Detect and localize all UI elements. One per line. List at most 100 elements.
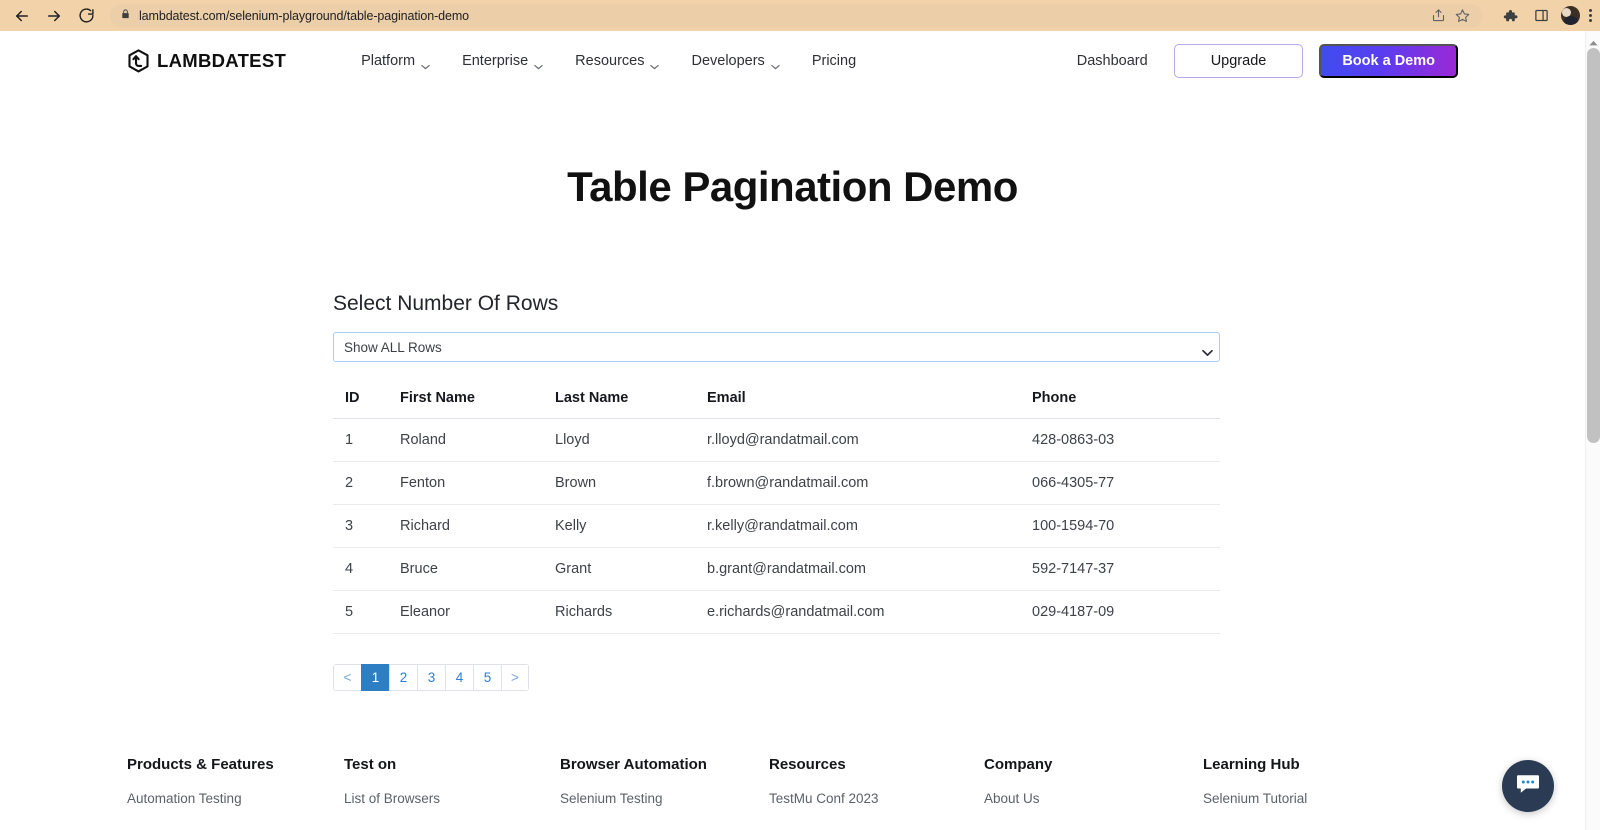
rows-select-wrapper: Show ALL Rows [333, 332, 1223, 362]
scrollbar-thumb[interactable] [1587, 48, 1600, 443]
header-actions: Dashboard Upgrade Book a Demo [1067, 44, 1458, 78]
footer-column-company: Company About Us [984, 756, 1203, 806]
pagination-page-1[interactable]: 1 [361, 664, 389, 691]
footer-heading: Company [984, 756, 1203, 773]
select-rows-dropdown[interactable]: Show ALL Rows [333, 332, 1220, 362]
cell-email: b.grant@randatmail.com [695, 548, 1020, 591]
cell-id: 2 [333, 462, 388, 505]
nav-item-pricing[interactable]: Pricing [796, 45, 872, 77]
footer-columns: Products & Features Automation Testing T… [127, 756, 1458, 806]
reload-button[interactable] [72, 2, 100, 30]
cell-phone: 100-1594-70 [1020, 505, 1220, 548]
footer-link-selenium-tutorial[interactable]: Selenium Tutorial [1203, 791, 1307, 806]
site-footer: Products & Features Automation Testing T… [0, 756, 1585, 806]
cell-email: e.richards@randatmail.com [695, 591, 1020, 634]
cell-last-name: Kelly [543, 505, 695, 548]
share-icon[interactable] [1427, 5, 1449, 27]
nav-label: Platform [361, 53, 415, 69]
pagination-page-3[interactable]: 3 [417, 664, 445, 691]
cell-phone: 029-4187-09 [1020, 591, 1220, 634]
footer-heading: Learning Hub [1203, 756, 1307, 773]
table-body: 1 Roland Lloyd r.lloyd@randatmail.com 42… [333, 419, 1220, 634]
footer-link-automation-testing[interactable]: Automation Testing [127, 791, 344, 806]
footer-link-testmu-conf[interactable]: TestMu Conf 2023 [769, 791, 984, 806]
nav-item-platform[interactable]: Platform [345, 45, 446, 77]
cell-id: 4 [333, 548, 388, 591]
pagination-controls: < 1 2 3 4 5 > [333, 664, 529, 691]
chevron-down-icon [534, 58, 543, 64]
pagination-next-button[interactable]: > [501, 664, 529, 691]
table-row: 2 Fenton Brown f.brown@randatmail.com 06… [333, 462, 1220, 505]
cell-id: 3 [333, 505, 388, 548]
nav-label: Pricing [812, 53, 856, 69]
upgrade-button[interactable]: Upgrade [1174, 44, 1304, 78]
pagination-table: ID First Name Last Name Email Phone 1 Ro… [333, 378, 1220, 634]
column-header-phone: Phone [1020, 378, 1220, 419]
footer-heading: Browser Automation [560, 756, 769, 773]
table-row: 4 Bruce Grant b.grant@randatmail.com 592… [333, 548, 1220, 591]
cell-email: r.kelly@randatmail.com [695, 505, 1020, 548]
footer-heading: Resources [769, 756, 984, 773]
cell-email: r.lloyd@randatmail.com [695, 419, 1020, 462]
pagination-page-4[interactable]: 4 [445, 664, 473, 691]
table-row: 1 Roland Lloyd r.lloyd@randatmail.com 42… [333, 419, 1220, 462]
cell-id: 1 [333, 419, 388, 462]
column-header-id: ID [333, 378, 388, 419]
nav-label: Developers [691, 53, 764, 69]
table-row: 3 Richard Kelly r.kelly@randatmail.com 1… [333, 505, 1220, 548]
footer-heading: Test on [344, 756, 560, 773]
footer-column-test-on: Test on List of Browsers [344, 756, 560, 806]
table-header-row: ID First Name Last Name Email Phone [333, 378, 1220, 419]
cell-first-name: Richard [388, 505, 543, 548]
nav-item-resources[interactable]: Resources [559, 45, 675, 77]
select-rows-label: Select Number Of Rows [333, 292, 1223, 316]
url-text: lambdatest.com/selenium-playground/table… [139, 9, 469, 23]
chevron-down-icon [771, 58, 780, 64]
forward-button[interactable] [40, 2, 68, 30]
footer-column-products-features: Products & Features Automation Testing [127, 756, 344, 806]
site-logo[interactable]: LAMBDATEST [127, 49, 286, 73]
chevron-down-icon [650, 58, 659, 64]
footer-link-about-us[interactable]: About Us [984, 791, 1203, 806]
nav-label: Resources [575, 53, 644, 69]
page-scrollbar[interactable] [1585, 31, 1600, 830]
main-nav: Platform Enterprise Resources Developers… [345, 45, 872, 77]
cell-first-name: Bruce [388, 548, 543, 591]
footer-link-selenium-testing[interactable]: Selenium Testing [560, 791, 769, 806]
pagination-page-2[interactable]: 2 [389, 664, 417, 691]
cell-first-name: Eleanor [388, 591, 543, 634]
side-panel-icon[interactable] [1530, 5, 1552, 27]
back-button[interactable] [8, 2, 36, 30]
lambdatest-logo-icon [127, 49, 150, 73]
page-viewport: LAMBDATEST Platform Enterprise Resources… [0, 31, 1600, 830]
puzzle-icon[interactable] [1499, 5, 1521, 27]
column-header-first-name: First Name [388, 378, 543, 419]
browser-actions [1493, 5, 1592, 27]
star-icon[interactable] [1451, 5, 1473, 27]
pagination-page-5[interactable]: 5 [473, 664, 501, 691]
cell-first-name: Fenton [388, 462, 543, 505]
footer-column-resources: Resources TestMu Conf 2023 [769, 756, 984, 806]
chat-bubble-icon [1515, 772, 1541, 801]
cell-id: 5 [333, 591, 388, 634]
nav-item-developers[interactable]: Developers [675, 45, 795, 77]
chat-widget-button[interactable] [1502, 760, 1554, 812]
cell-last-name: Brown [543, 462, 695, 505]
scroll-up-arrow-icon[interactable] [1589, 33, 1598, 39]
dashboard-link[interactable]: Dashboard [1067, 45, 1158, 77]
site-header: LAMBDATEST Platform Enterprise Resources… [0, 31, 1585, 90]
kebab-menu-icon[interactable] [1589, 9, 1592, 22]
chevron-down-icon [421, 58, 430, 64]
footer-heading: Products & Features [127, 756, 344, 773]
address-bar[interactable]: lambdatest.com/selenium-playground/table… [110, 4, 1483, 28]
column-header-email: Email [695, 378, 1020, 419]
lock-icon [120, 7, 131, 25]
avatar[interactable] [1561, 6, 1580, 25]
nav-item-enterprise[interactable]: Enterprise [446, 45, 559, 77]
footer-link-list-of-browsers[interactable]: List of Browsers [344, 791, 560, 806]
cell-email: f.brown@randatmail.com [695, 462, 1020, 505]
pagination-prev-button[interactable]: < [333, 664, 361, 691]
book-a-demo-button[interactable]: Book a Demo [1319, 44, 1458, 78]
cell-last-name: Grant [543, 548, 695, 591]
browser-toolbar: lambdatest.com/selenium-playground/table… [0, 0, 1600, 31]
